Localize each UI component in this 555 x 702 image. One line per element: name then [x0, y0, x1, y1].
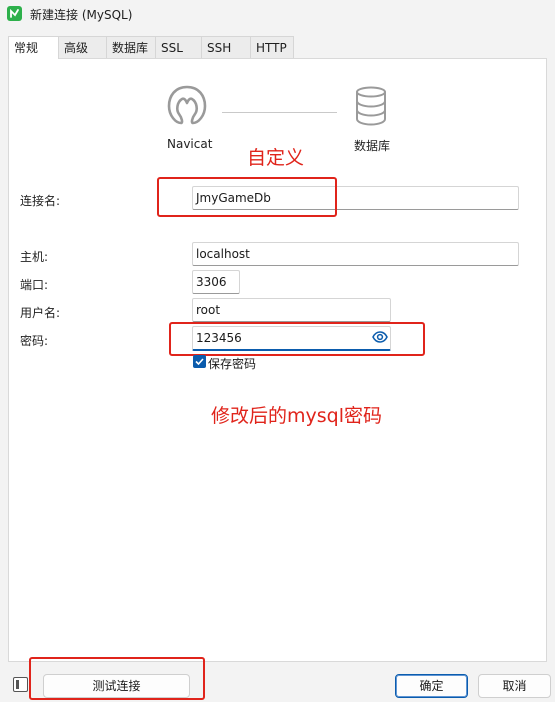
tab-http[interactable]: HTTP [250, 36, 294, 58]
host-input[interactable]: localhost [192, 242, 519, 266]
highlight-box-test-connection [29, 657, 205, 700]
navicat-label: Navicat [167, 137, 213, 151]
port-input[interactable]: 3306 [192, 270, 240, 294]
tab-general[interactable]: 常规 [8, 36, 59, 59]
title-bar: 新建连接 (MySQL) [0, 0, 555, 28]
ok-button[interactable]: 确定 [395, 674, 468, 698]
navicat-app-icon [7, 6, 22, 21]
tab-ssh[interactable]: SSH [201, 36, 251, 58]
connection-line [222, 112, 337, 113]
host-label: 主机: [20, 250, 49, 264]
password-label: 密码: [20, 334, 49, 348]
highlight-box-password [169, 322, 425, 356]
database-icon [354, 86, 388, 126]
navicat-seal-icon [165, 84, 209, 126]
tab-databases[interactable]: 数据库 [106, 36, 156, 58]
username-label: 用户名: [20, 306, 61, 320]
cancel-button[interactable]: 取消 [478, 674, 551, 698]
save-password-checkbox[interactable] [193, 355, 206, 368]
highlight-box-connection-name [157, 177, 337, 217]
port-label: 端口: [20, 278, 49, 292]
tab-advanced[interactable]: 高级 [58, 36, 107, 58]
annotation-custom: 自定义 [247, 147, 305, 169]
annotation-password: 修改后的mysql密码 [211, 405, 382, 427]
tab-ssl[interactable]: SSL [155, 36, 202, 58]
database-label: 数据库 [354, 139, 391, 153]
connection-name-label: 连接名: [20, 194, 61, 208]
username-input[interactable]: root [192, 298, 391, 322]
sidebar-toggle-icon[interactable] [13, 677, 28, 692]
save-password-label: 保存密码 [208, 357, 257, 371]
window-title: 新建连接 (MySQL) [30, 8, 133, 22]
